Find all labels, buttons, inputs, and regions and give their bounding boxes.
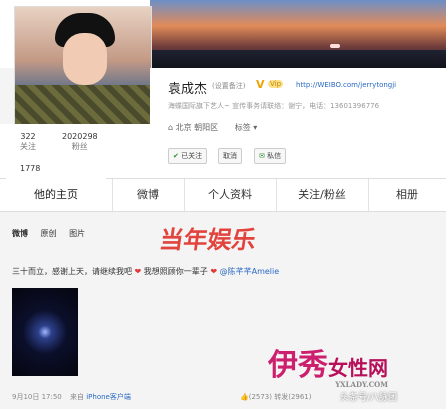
location-icon: ⌂ — [168, 123, 176, 132]
post-time[interactable]: 9月10日 17:50 — [12, 393, 62, 401]
tab-home[interactable]: 他的主页 — [0, 178, 113, 211]
stat-fans[interactable]: 2020298 粉丝 — [62, 132, 98, 152]
set-remark-link[interactable]: (设置备注) — [212, 81, 245, 91]
mail-icon: ✉ — [259, 152, 265, 160]
filter-images[interactable]: 图片 — [69, 229, 85, 238]
profile-name: 袁成杰 — [168, 82, 208, 97]
post-mention[interactable]: @陈芊芊Amelie — [220, 267, 280, 276]
cover-light — [330, 44, 340, 48]
tab-album[interactable]: 相册 — [368, 179, 446, 211]
watermark-brand: 伊秀女性网 YXLADY.COM — [268, 340, 388, 389]
watermark-logo-top: 当年娱乐 — [158, 220, 259, 255]
stat-fans-num: 2020298 — [62, 132, 98, 141]
watermark-top-text: 当年娱乐 — [157, 225, 258, 254]
unfollow-button[interactable]: 取消 — [218, 148, 242, 164]
post-actions[interactable]: 👍(2573) 转发(2961) — [240, 392, 312, 402]
followed-label: 已关注 — [181, 152, 203, 160]
message-label: 私信 — [267, 152, 282, 160]
filter-original[interactable]: 原创 — [41, 229, 57, 238]
watermark-brand-main: 伊秀 — [268, 348, 328, 383]
tab-weibo[interactable]: 微博 — [112, 179, 185, 211]
profile-description: 海蝶国际旗下艺人~ 宣传事务请联络：谢宁，电话：13601396776 — [168, 102, 380, 110]
check-icon: ✔ — [173, 152, 179, 160]
cover-road — [150, 50, 446, 68]
profile-tabs: 他的主页 微博 个人资料 关注/粉丝 相册 — [0, 178, 446, 212]
avatar-face — [63, 33, 107, 85]
stat-following-num: 322 — [20, 132, 36, 141]
stat-fans-label: 粉丝 — [71, 142, 88, 151]
post-text: 三十而立，感谢上天，请继续我吧 ❤ 我想照顾你一辈子 ❤ @陈芊芊Amelie — [12, 266, 432, 277]
stat-following-label: 关注 — [20, 142, 36, 151]
post-from: 来自 — [70, 393, 84, 401]
feed-filter: 微博 原创 图片 — [12, 228, 95, 239]
watermark-corner: 头条号/八脉团 — [340, 393, 398, 403]
cover-banner — [150, 0, 446, 68]
avatar[interactable] — [14, 6, 152, 126]
location-text: 北京 朝阳区 — [175, 123, 219, 132]
verified-icon: V — [256, 78, 265, 91]
heart-icon: ❤ — [134, 267, 142, 276]
post-source[interactable]: iPhone客户端 — [86, 393, 131, 401]
tag-dropdown[interactable]: 标签 ▾ — [235, 123, 258, 132]
post-meta: 9月10日 17:50 来自 iPhone客户端 — [12, 392, 131, 402]
tab-profile[interactable]: 个人资料 — [184, 179, 277, 211]
profile-location: ⌂ 北京 朝阳区 标签 ▾ — [168, 122, 257, 133]
stat-following[interactable]: 322 关注 — [20, 132, 36, 152]
tab-follow-fans[interactable]: 关注/粉丝 — [276, 179, 369, 211]
watermark-brand-sub: 女性网 — [328, 356, 388, 380]
profile-url[interactable]: http://WEIBO.com/jerrytongji — [296, 81, 396, 89]
followed-button[interactable]: ✔ 已关注 — [168, 148, 208, 164]
profile-panel: 袁成杰 (设置备注) V Vip http://WEIBO.com/jerryt… — [150, 68, 446, 184]
stats-box: 322 关注 2020298 粉丝 1778 — [0, 124, 151, 184]
vip-badge[interactable]: Vip — [268, 80, 284, 88]
post-photo[interactable] — [12, 288, 78, 376]
stat-posts[interactable]: 1778 — [20, 164, 40, 173]
filter-weibo[interactable]: 微博 — [12, 229, 28, 238]
post-text-1: 三十而立，感谢上天，请继续我吧 — [12, 267, 132, 276]
message-button[interactable]: ✉ 私信 — [254, 148, 287, 164]
post-text-2: 我想照顾你一辈子 — [143, 267, 208, 276]
avatar-jacket — [15, 85, 151, 125]
stat-posts-num: 1778 — [20, 164, 41, 173]
heart-icon-2: ❤ — [210, 267, 218, 276]
